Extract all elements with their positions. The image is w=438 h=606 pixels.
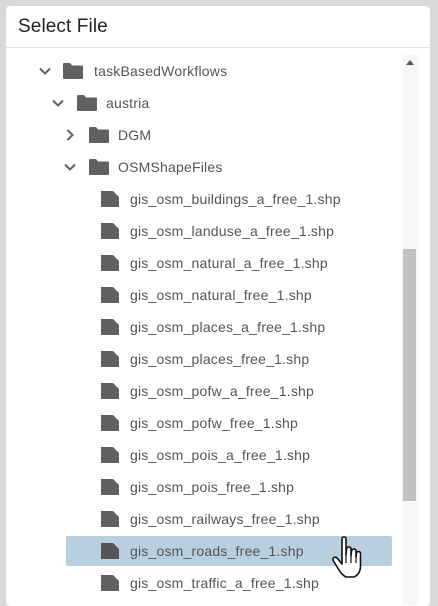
dialog-title: Select File — [18, 16, 108, 37]
chevron-down-icon[interactable] — [63, 160, 77, 174]
file-icon — [100, 318, 120, 336]
tree-file[interactable]: gis_osm_pois_a_free_1.shp — [6, 440, 402, 470]
tree-item-label: taskBasedWorkflows — [94, 63, 228, 79]
file-icon — [100, 574, 120, 592]
tree-file[interactable]: gis_osm_places_free_1.shp — [6, 344, 402, 374]
tree-file[interactable]: gis_osm_natural_free_1.shp — [6, 280, 402, 310]
file-icon — [100, 222, 120, 240]
tree-item-label: OSMShapeFiles — [118, 159, 223, 175]
tree-item-label: gis_osm_natural_a_free_1.shp — [130, 255, 328, 271]
tree-folder-taskbasedworkflows[interactable]: taskBasedWorkflows — [6, 56, 402, 86]
chevron-down-icon[interactable] — [38, 64, 52, 78]
chevron-down-icon[interactable] — [51, 96, 65, 110]
folder-icon — [76, 94, 98, 112]
tree-file[interactable]: gis_osm_railways_free_1.shp — [6, 504, 402, 534]
tree-folder-austria[interactable]: austria — [6, 88, 402, 118]
chevron-right-icon[interactable] — [63, 128, 77, 142]
select-file-dialog: Select File taskBasedWorkflows austria D… — [6, 6, 430, 606]
tree-item-label: gis_osm_pois_a_free_1.shp — [130, 447, 311, 463]
tree-file[interactable]: gis_osm_pois_free_1.shp — [6, 472, 402, 502]
tree-item-label: gis_osm_traffic_a_free_1.shp — [130, 575, 320, 591]
tree-file[interactable]: gis_osm_places_a_free_1.shp — [6, 312, 402, 342]
tree-item-label: gis_osm_roads_free_1.shp — [130, 543, 304, 559]
file-icon — [100, 414, 120, 432]
tree-item-label: gis_osm_railways_free_1.shp — [130, 511, 320, 527]
file-icon — [100, 190, 120, 208]
tree-item-label: gis_osm_buildings_a_free_1.shp — [130, 191, 341, 207]
file-icon — [100, 254, 120, 272]
scrollbar-thumb[interactable] — [403, 249, 416, 501]
tree-file[interactable]: gis_osm_pofw_free_1.shp — [6, 408, 402, 438]
tree-file[interactable]: gis_osm_natural_a_free_1.shp — [6, 248, 402, 278]
tree-folder-dgm[interactable]: DGM — [6, 120, 402, 150]
tree-item-label: gis_osm_places_a_free_1.shp — [130, 319, 326, 335]
tree-item-label: gis_osm_pofw_a_free_1.shp — [130, 383, 315, 399]
file-icon — [100, 286, 120, 304]
tree-item-label: gis_osm_pois_free_1.shp — [130, 479, 295, 495]
file-icon — [100, 382, 120, 400]
tree-item-label: austria — [106, 95, 150, 111]
file-icon — [100, 510, 120, 528]
tree-item-label: DGM — [118, 127, 152, 143]
file-tree: taskBasedWorkflows austria DGM OSMShapeF… — [6, 48, 402, 606]
tree-item-label: gis_osm_pofw_free_1.shp — [130, 415, 299, 431]
folder-icon — [62, 62, 84, 80]
tree-item-label: gis_osm_landuse_a_free_1.shp — [130, 223, 335, 239]
tree-file[interactable]: gis_osm_pofw_a_free_1.shp — [6, 376, 402, 406]
tree-folder-osmshapefiles[interactable]: OSMShapeFiles — [6, 152, 402, 182]
file-icon — [100, 350, 120, 368]
folder-icon — [88, 158, 110, 176]
tree-item-label: gis_osm_natural_free_1.shp — [130, 287, 312, 303]
hand-pointer-icon — [330, 536, 364, 580]
tree-file[interactable]: gis_osm_landuse_a_free_1.shp — [6, 216, 402, 246]
tree-file[interactable]: gis_osm_buildings_a_free_1.shp — [6, 184, 402, 214]
tree-item-label: gis_osm_places_free_1.shp — [130, 351, 310, 367]
folder-icon — [88, 126, 110, 144]
file-icon — [100, 478, 120, 496]
scroll-up-arrow-icon[interactable] — [406, 60, 414, 65]
file-icon — [100, 446, 120, 464]
file-icon — [100, 542, 120, 560]
